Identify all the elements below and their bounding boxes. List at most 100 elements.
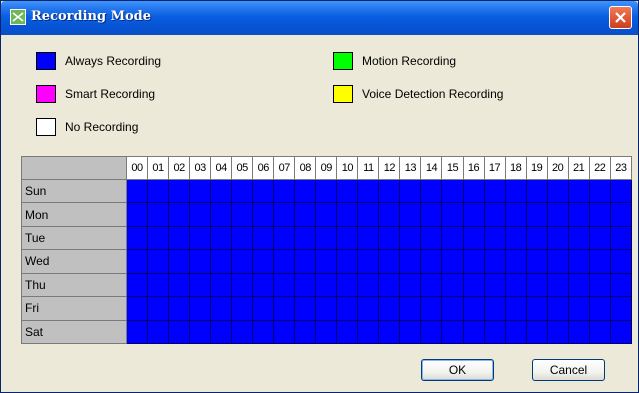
- schedule-cell[interactable]: [462, 319, 485, 345]
- schedule-cell[interactable]: [483, 249, 506, 274]
- schedule-cell[interactable]: [609, 178, 633, 204]
- schedule-cell[interactable]: [210, 272, 233, 298]
- schedule-cell[interactable]: [315, 178, 338, 204]
- schedule-cell[interactable]: [378, 178, 401, 204]
- hour-header[interactable]: 06: [252, 156, 275, 180]
- hour-header[interactable]: 08: [294, 156, 317, 180]
- schedule-cell[interactable]: [483, 202, 506, 227]
- hour-header[interactable]: 18: [504, 156, 527, 180]
- schedule-cell[interactable]: [294, 202, 317, 227]
- day-header[interactable]: Sat: [21, 319, 127, 345]
- hour-header[interactable]: 13: [399, 156, 422, 180]
- hour-header[interactable]: 05: [231, 156, 254, 180]
- schedule-cell[interactable]: [336, 225, 359, 251]
- schedule-cell[interactable]: [609, 272, 633, 298]
- hour-header[interactable]: 09: [315, 156, 338, 180]
- schedule-cell[interactable]: [336, 296, 359, 321]
- hour-header[interactable]: 14: [420, 156, 443, 180]
- schedule-cell[interactable]: [525, 202, 548, 227]
- schedule-cell[interactable]: [420, 319, 443, 345]
- schedule-cell[interactable]: [336, 319, 359, 345]
- schedule-cell[interactable]: [147, 296, 170, 321]
- schedule-cell[interactable]: [336, 202, 359, 227]
- schedule-cell[interactable]: [399, 249, 422, 274]
- schedule-cell[interactable]: [420, 296, 443, 321]
- day-header[interactable]: Sun: [21, 178, 127, 204]
- schedule-cell[interactable]: [210, 225, 233, 251]
- schedule-cell[interactable]: [399, 319, 422, 345]
- schedule-cell[interactable]: [125, 178, 149, 204]
- schedule-cell[interactable]: [357, 202, 380, 227]
- hour-header[interactable]: 23: [609, 156, 633, 180]
- schedule-cell[interactable]: [588, 202, 611, 227]
- schedule-cell[interactable]: [125, 272, 149, 298]
- schedule-cell[interactable]: [168, 202, 191, 227]
- schedule-cell[interactable]: [483, 319, 506, 345]
- schedule-cell[interactable]: [231, 202, 254, 227]
- schedule-cell[interactable]: [294, 249, 317, 274]
- schedule-cell[interactable]: [420, 249, 443, 274]
- hour-header[interactable]: 04: [210, 156, 233, 180]
- schedule-cell[interactable]: [315, 202, 338, 227]
- hour-header[interactable]: 20: [546, 156, 569, 180]
- schedule-cell[interactable]: [147, 319, 170, 345]
- schedule-cell[interactable]: [567, 225, 590, 251]
- schedule-cell[interactable]: [525, 319, 548, 345]
- schedule-cell[interactable]: [399, 296, 422, 321]
- schedule-cell[interactable]: [252, 319, 275, 345]
- schedule-cell[interactable]: [462, 202, 485, 227]
- schedule-cell[interactable]: [125, 319, 149, 345]
- schedule-cell[interactable]: [357, 178, 380, 204]
- schedule-cell[interactable]: [609, 296, 633, 321]
- schedule-cell[interactable]: [357, 225, 380, 251]
- hour-header[interactable]: 03: [189, 156, 212, 180]
- day-header[interactable]: Wed: [21, 249, 127, 274]
- schedule-cell[interactable]: [483, 272, 506, 298]
- hour-header[interactable]: 01: [147, 156, 170, 180]
- cancel-button[interactable]: Cancel: [532, 359, 605, 381]
- schedule-cell[interactable]: [378, 319, 401, 345]
- schedule-cell[interactable]: [168, 296, 191, 321]
- schedule-cell[interactable]: [252, 178, 275, 204]
- schedule-cell[interactable]: [189, 178, 212, 204]
- schedule-cell[interactable]: [273, 319, 296, 345]
- hour-header[interactable]: 02: [168, 156, 191, 180]
- schedule-cell[interactable]: [609, 319, 633, 345]
- schedule-cell[interactable]: [609, 225, 633, 251]
- schedule-cell[interactable]: [567, 272, 590, 298]
- schedule-cell[interactable]: [125, 249, 149, 274]
- schedule-cell[interactable]: [441, 249, 464, 274]
- schedule-cell[interactable]: [609, 249, 633, 274]
- schedule-cell[interactable]: [420, 202, 443, 227]
- schedule-cell[interactable]: [189, 202, 212, 227]
- hour-header[interactable]: 15: [441, 156, 464, 180]
- schedule-cell[interactable]: [315, 319, 338, 345]
- schedule-cell[interactable]: [189, 296, 212, 321]
- hour-header[interactable]: 10: [336, 156, 359, 180]
- schedule-cell[interactable]: [546, 319, 569, 345]
- schedule-cell[interactable]: [588, 178, 611, 204]
- schedule-cell[interactable]: [231, 225, 254, 251]
- schedule-cell[interactable]: [546, 249, 569, 274]
- hour-header[interactable]: 17: [483, 156, 506, 180]
- schedule-cell[interactable]: [525, 178, 548, 204]
- hour-header[interactable]: 00: [125, 156, 149, 180]
- day-header[interactable]: Fri: [21, 296, 127, 321]
- schedule-cell[interactable]: [378, 225, 401, 251]
- schedule-cell[interactable]: [210, 296, 233, 321]
- schedule-cell[interactable]: [294, 296, 317, 321]
- schedule-cell[interactable]: [546, 225, 569, 251]
- schedule-cell[interactable]: [546, 272, 569, 298]
- day-header[interactable]: Thu: [21, 272, 127, 298]
- schedule-cell[interactable]: [336, 249, 359, 274]
- schedule-cell[interactable]: [588, 319, 611, 345]
- schedule-cell[interactable]: [231, 296, 254, 321]
- schedule-cell[interactable]: [567, 202, 590, 227]
- schedule-cell[interactable]: [504, 249, 527, 274]
- schedule-cell[interactable]: [483, 296, 506, 321]
- schedule-cell[interactable]: [189, 319, 212, 345]
- schedule-cell[interactable]: [168, 249, 191, 274]
- schedule-cell[interactable]: [357, 272, 380, 298]
- schedule-cell[interactable]: [609, 202, 633, 227]
- schedule-cell[interactable]: [546, 178, 569, 204]
